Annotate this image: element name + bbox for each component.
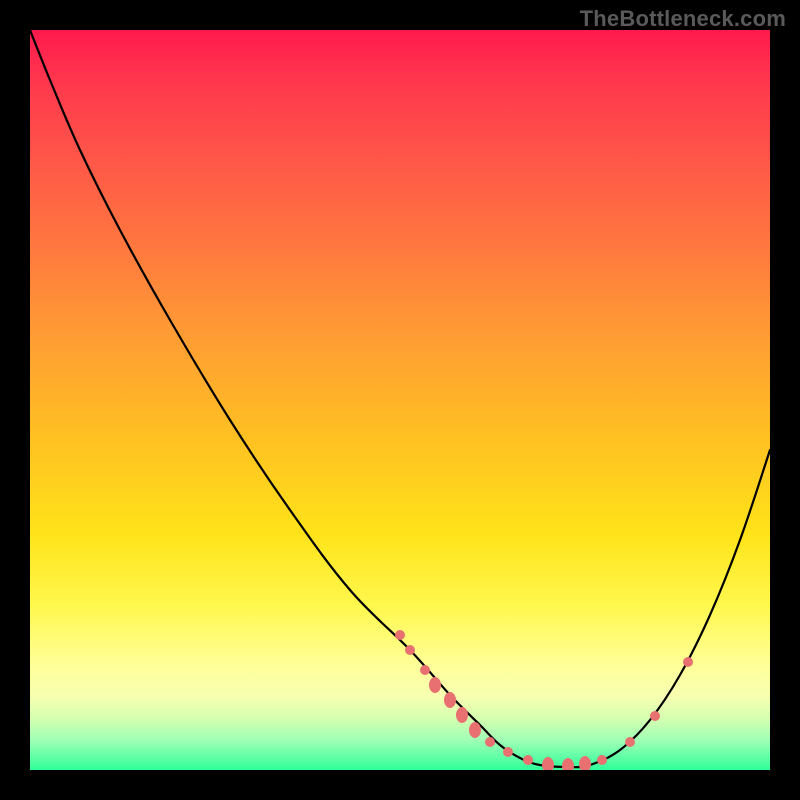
chart-wrapper: TheBottleneck.com (0, 0, 800, 800)
curve-layer (30, 30, 770, 770)
curve-marker (405, 645, 415, 655)
curve-marker (395, 630, 405, 640)
curve-marker (625, 737, 635, 747)
curve-marker (444, 692, 456, 708)
curve-marker (650, 711, 660, 721)
curve-marker (579, 756, 591, 770)
curve-marker (420, 665, 430, 675)
watermark-text: TheBottleneck.com (580, 6, 786, 32)
curve-marker (503, 747, 513, 757)
curve-marker (683, 657, 693, 667)
marker-layer (395, 630, 693, 770)
curve-marker (485, 737, 495, 747)
bottleneck-curve-path (30, 30, 770, 767)
curve-marker (597, 755, 607, 765)
plot-area (30, 30, 770, 770)
curve-marker (542, 757, 554, 770)
curve-marker (523, 755, 533, 765)
curve-marker (562, 758, 574, 770)
curve-marker (456, 707, 468, 723)
curve-marker (429, 677, 441, 693)
curve-marker (469, 722, 481, 738)
